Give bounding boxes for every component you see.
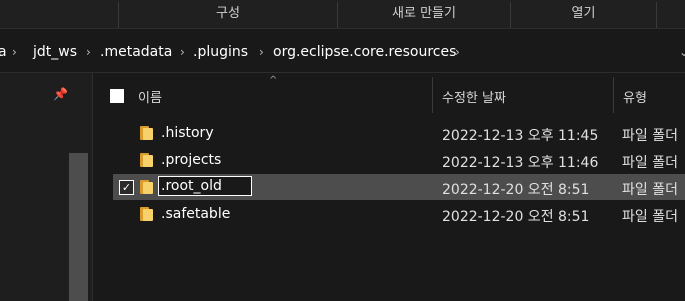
chevron-right-icon[interactable]: › [180,34,185,70]
address-bar[interactable]: a › jdt_ws › .metadata › .plugins › org.… [0,34,685,70]
select-all-checkbox[interactable] [110,89,124,103]
chevron-right-icon[interactable]: › [12,34,17,70]
file-type: 파일 폴더 [622,128,678,144]
nav-scrollbar-thumb[interactable] [69,153,88,301]
file-type: 파일 폴더 [622,209,678,225]
breadcrumb-item[interactable]: .metadata [100,34,172,70]
breadcrumb-item[interactable]: org.eclipse.core.resources [273,34,456,70]
column-name[interactable]: 이름 [138,87,162,106]
ribbon: 구성 새로 만들기 열기 [0,0,685,28]
column-date-modified[interactable]: 수정한 날짜 [442,87,506,106]
breadcrumb-item[interactable]: a [0,34,7,70]
list-item[interactable]: .projects 2022-12-13 오후 11:46 파일 폴더 [113,147,685,173]
file-date: 2022-12-20 오전 8:51 [442,182,590,198]
list-item-selected[interactable]: ✓ 2022-12-20 오전 8:51 파일 폴더 [113,174,685,200]
chevron-down-icon[interactable]: ⌄ [679,34,685,70]
chevron-right-icon[interactable]: › [455,34,460,70]
sort-ascending-icon: ^ [269,75,278,86]
ribbon-group-organize: 구성 [216,6,240,21]
list-item[interactable]: .history 2022-12-13 오후 11:45 파일 폴더 [113,120,685,146]
ribbon-separator [656,2,657,28]
chevron-right-icon[interactable]: › [86,34,91,70]
file-date: 2022-12-13 오후 11:45 [442,128,599,144]
file-name: .safetable [161,206,231,222]
rename-input[interactable] [158,176,252,196]
folder-icon [140,126,153,140]
file-type: 파일 폴더 [622,155,678,171]
row-checkbox[interactable]: ✓ [119,180,134,195]
list-item[interactable]: .safetable 2022-12-20 오전 8:51 파일 폴더 [113,201,685,227]
breadcrumb-item[interactable]: jdt_ws [33,34,77,70]
column-divider[interactable] [432,77,433,113]
navigation-pane[interactable]: 📌 [0,73,92,301]
folder-icon [140,207,153,221]
pin-icon[interactable]: 📌 [53,87,68,101]
ribbon-group-new: 새로 만들기 [392,6,456,21]
column-header: 이름 ^ 수정한 날짜 유형 [93,73,685,117]
column-type[interactable]: 유형 [623,87,647,106]
ribbon-group-open: 열기 [571,6,596,21]
folder-icon [140,180,153,194]
column-divider[interactable] [613,77,614,113]
divider [0,28,685,29]
file-name: .history [161,125,214,141]
file-name: .projects [161,152,222,168]
breadcrumb-item[interactable]: .plugins [193,34,248,70]
file-date: 2022-12-13 오후 11:46 [442,155,599,171]
file-date: 2022-12-20 오전 8:51 [442,209,590,225]
file-type: 파일 폴더 [622,182,678,198]
chevron-right-icon[interactable]: › [259,34,264,70]
folder-icon [140,153,153,167]
